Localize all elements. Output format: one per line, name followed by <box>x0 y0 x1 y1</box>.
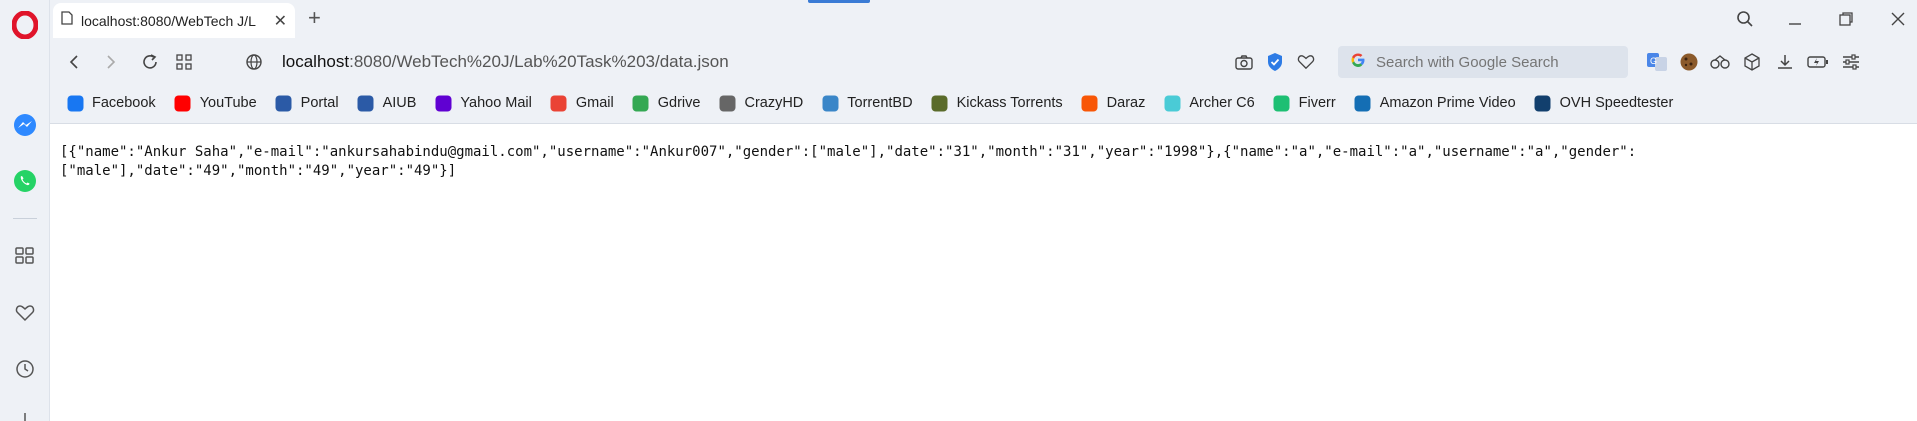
forward-button[interactable] <box>99 50 123 74</box>
bookmark-gmail[interactable]: Gmail <box>550 94 614 112</box>
easy-setup-icon[interactable] <box>1839 50 1863 74</box>
search-box[interactable] <box>1338 46 1628 78</box>
snapshot-camera-icon[interactable] <box>1232 50 1256 74</box>
document-icon <box>718 94 736 112</box>
reload-button[interactable] <box>138 50 162 74</box>
bookmark-youtube[interactable]: YouTube <box>174 94 257 112</box>
speed-dial-icon[interactable] <box>0 244 50 268</box>
bookmark-label: CrazyHD <box>744 95 804 111</box>
url-field[interactable]: localhost:8080/WebTech%20J/Lab%20Task%20… <box>282 50 729 74</box>
tab-strip: localhost:8080/WebTech J/L ✕ + <box>50 0 1917 38</box>
downloads-icon[interactable] <box>1773 50 1797 74</box>
whatsapp-icon[interactable] <box>0 166 50 196</box>
bookmark-portal[interactable]: Portal <box>275 94 339 112</box>
google-icon <box>1350 52 1366 73</box>
bookmarks-heart-icon[interactable] <box>0 301 50 325</box>
speed-dial-button[interactable] <box>172 50 196 74</box>
address-bar: localhost:8080/WebTech%20J/Lab%20Task%20… <box>50 40 1917 84</box>
translate-extension-icon[interactable]: G <box>1645 50 1669 74</box>
bookmark-amazon-prime-video[interactable]: Amazon Prime Video <box>1354 94 1516 112</box>
tab-active[interactable]: localhost:8080/WebTech J/L ✕ <box>53 3 295 38</box>
kickass-icon <box>931 94 949 112</box>
bookmark-daraz[interactable]: Daraz <box>1081 94 1146 112</box>
bookmark-label: YouTube <box>199 95 257 111</box>
site-info-globe-icon[interactable] <box>242 50 266 74</box>
tab-search-icon[interactable] <box>1730 6 1760 32</box>
bookmark-crazyhd[interactable]: CrazyHD <box>718 94 803 112</box>
bookmark-label: AIUB <box>382 95 417 111</box>
yahoo-mail-icon <box>434 94 452 112</box>
opera-logo-icon[interactable] <box>0 6 50 44</box>
bookmark-label: Portal <box>300 95 339 111</box>
ovh-icon <box>1534 94 1552 112</box>
bookmark-archer-c6[interactable]: Archer C6 <box>1163 94 1255 112</box>
bookmark-label: Gmail <box>575 95 614 111</box>
bookmark-label: Archer C6 <box>1189 95 1255 111</box>
tplink-icon <box>1163 94 1181 112</box>
page-content: [{"name":"Ankur Saha","e-mail":"ankursah… <box>50 125 1917 421</box>
gmail-icon <box>550 94 568 112</box>
history-clock-icon[interactable] <box>0 357 50 381</box>
minimize-button[interactable] <box>1780 6 1810 32</box>
new-tab-button[interactable]: + <box>308 6 321 30</box>
adblock-shield-icon[interactable] <box>1263 50 1287 74</box>
bookmark-label: Amazon Prime Video <box>1379 95 1516 111</box>
bookmark-fiverr[interactable]: Fiverr <box>1273 94 1336 112</box>
daraz-icon <box>1081 94 1099 112</box>
bookmark-label: Yahoo Mail <box>460 95 532 111</box>
back-button[interactable] <box>62 50 86 74</box>
bookmark-aiub[interactable]: AIUB <box>357 94 417 112</box>
bookmark-label: Fiverr <box>1298 95 1336 111</box>
bookmark-yahoo-mail[interactable]: Yahoo Mail <box>434 94 532 112</box>
page-icon <box>61 11 73 30</box>
bookmark-label: TorrentBD <box>847 95 913 111</box>
bookmark-label: Gdrive <box>657 95 701 111</box>
url-path: :8080/WebTech%20J/Lab%20Task%203/data.js… <box>349 52 729 71</box>
bookmark-label: Facebook <box>92 95 156 111</box>
restore-button[interactable] <box>1831 6 1861 32</box>
bookmark-torrentbd[interactable]: TorrentBD <box>821 94 913 112</box>
torrentbd-icon <box>821 94 839 112</box>
cookie-extension-icon[interactable] <box>1677 50 1701 74</box>
bookmark-facebook[interactable]: Facebook <box>66 94 156 112</box>
vpn-extension-icon[interactable] <box>1708 50 1732 74</box>
youtube-icon <box>174 94 192 112</box>
url-host: localhost <box>282 52 350 71</box>
battery-saver-icon[interactable] <box>1806 50 1830 74</box>
bookmark-kickass-torrents[interactable]: Kickass Torrents <box>931 94 1063 112</box>
bookmark-ovh-speedtester[interactable]: OVH Speedtester <box>1534 94 1674 112</box>
fiverr-icon <box>1273 94 1291 112</box>
extensions-cube-icon[interactable] <box>1740 50 1764 74</box>
tab-title: localhost:8080/WebTech J/L <box>81 12 256 29</box>
close-window-button[interactable] <box>1883 6 1913 32</box>
bookmarks-bar: Facebook YouTube Portal AIUB Yahoo Mail Gmail… <box>50 86 1917 120</box>
messenger-icon[interactable] <box>0 110 50 140</box>
search-input[interactable] <box>1376 53 1616 71</box>
bookmark-gdrive[interactable]: Gdrive <box>632 94 701 112</box>
portal-icon <box>275 94 293 112</box>
aiub-icon <box>357 94 375 112</box>
svg-text:G: G <box>1650 56 1657 66</box>
tab-close-button[interactable]: ✕ <box>274 11 287 31</box>
gdrive-icon <box>632 94 650 112</box>
bookmark-label: Kickass Torrents <box>956 95 1063 111</box>
facebook-icon <box>66 94 84 112</box>
sidebar <box>0 0 50 421</box>
more-icon[interactable] <box>0 410 50 421</box>
prime-video-icon <box>1354 94 1372 112</box>
browser-chrome: localhost:8080/WebTech J/L ✕ + localhost… <box>50 0 1917 124</box>
json-text: [{"name":"Ankur Saha","e-mail":"ankursah… <box>60 144 1637 179</box>
add-to-bookmarks-heart-icon[interactable] <box>1294 50 1318 74</box>
bookmark-label: OVH Speedtester <box>1559 95 1674 111</box>
sidebar-divider <box>13 218 37 219</box>
bookmark-label: Daraz <box>1106 95 1146 111</box>
